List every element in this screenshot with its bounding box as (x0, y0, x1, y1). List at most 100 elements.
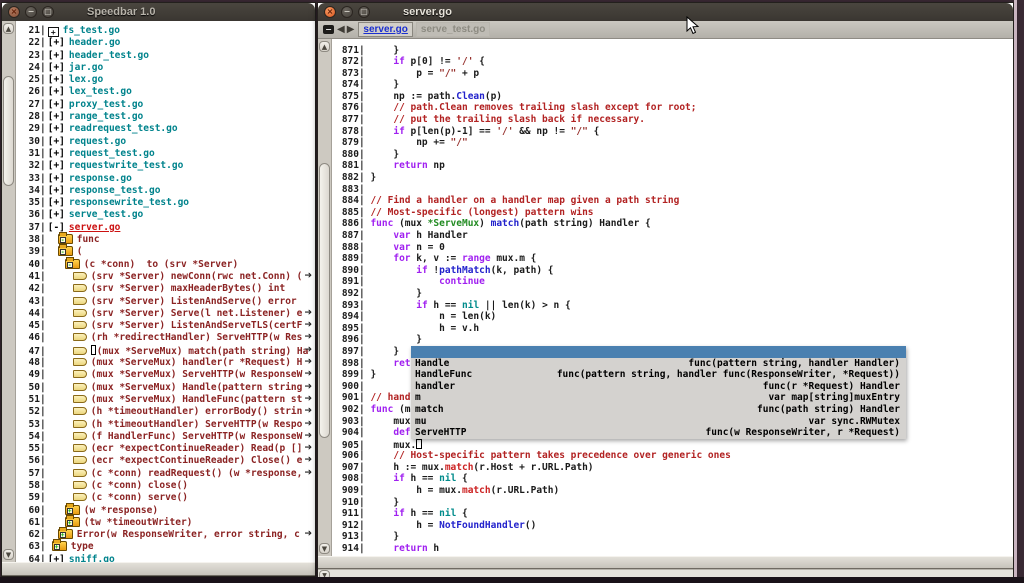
tag-label[interactable]: (srv *Server) maxHeaderBytes() int (91, 283, 285, 294)
code-line[interactable]: 912| h = NotFoundHandler() (332, 520, 1013, 532)
speedbar-row[interactable]: 44|(srv *Server) Serve(l net.Listener) e… (16, 308, 315, 320)
close-icon[interactable]: × (8, 6, 20, 18)
maximize-icon[interactable]: ▢ (358, 6, 370, 18)
tag-label[interactable]: (h *timeoutHandler) errorBody() strin (91, 406, 303, 417)
tag-icon[interactable] (73, 469, 87, 477)
file-name[interactable]: proxy_test.go (69, 99, 143, 110)
code-line[interactable]: 895| h = v.h (332, 323, 1013, 335)
speedbar-row[interactable]: 32|[+]requestwrite_test.go (16, 160, 315, 172)
tag-label[interactable]: (mux *ServeMux) ServeHTTP(w ResponseW (91, 369, 303, 380)
tabbar-minus-button[interactable]: − (323, 25, 334, 34)
code-line[interactable]: 905| mux. (332, 439, 1013, 451)
code-line[interactable]: 885| // Most-specific (longest) pattern … (332, 207, 1013, 219)
speedbar-row[interactable]: 34|[+]response_test.go (16, 185, 315, 197)
autocomplete-item[interactable]: muvar sync.RWMutex (411, 416, 906, 428)
code-line[interactable]: 879| np += "/" (332, 137, 1013, 149)
expand-icon[interactable]: [+] (48, 62, 65, 73)
speedbar-scrollbar[interactable]: ▲ ▼ (2, 21, 16, 562)
speedbar-row[interactable]: 41|(srv *Server) newConn(rwc net.Conn) (… (16, 271, 315, 283)
tag-icon[interactable] (73, 481, 87, 489)
code-line[interactable]: 878| if p[len(p)-1] == '/' && np != "/" … (332, 126, 1013, 138)
code-line[interactable]: 884| // Find a handler on a handler map … (332, 195, 1013, 207)
file-name[interactable]: header.go (69, 37, 120, 48)
file-name[interactable]: lex_test.go (69, 86, 132, 97)
speedbar-row[interactable]: 58|(c *conn) close() (16, 480, 315, 492)
tab-prev-icon[interactable]: ◀ (337, 25, 345, 35)
autocomplete-item[interactable]: mvar map[string]muxEntry (411, 392, 906, 404)
folder-open-icon[interactable]: - (58, 246, 73, 256)
expand-icon[interactable]: [+] (48, 554, 65, 562)
expand-icon[interactable]: [+] (48, 86, 65, 97)
code-line[interactable]: 889| for k, v := range mux.m { (332, 253, 1013, 265)
speedbar-row[interactable]: 52|(h *timeoutHandler) errorBody() strin… (16, 406, 315, 418)
code-line[interactable]: 876| // path.Clean removes trailing slas… (332, 102, 1013, 114)
scroll-up-icon[interactable]: ▲ (319, 41, 330, 52)
expand-icon[interactable]: [+] (48, 99, 65, 110)
speedbar-row[interactable]: 54|(f HandlerFunc) ServeHTTP(w ResponseW… (16, 431, 315, 443)
speedbar-row[interactable]: 53|(h *timeoutHandler) ServeHTTP(w Respo… (16, 419, 315, 431)
file-name[interactable]: sniff.go (69, 554, 115, 562)
tag-label[interactable]: (c *conn) to (srv *Server) (84, 259, 238, 270)
minimize-icon[interactable]: − (25, 6, 37, 18)
tag-label[interactable]: ( (77, 246, 83, 257)
file-name[interactable]: header_test.go (69, 50, 149, 61)
folder-open-icon[interactable]: - (65, 259, 80, 269)
tag-label[interactable]: (c *conn) close() (91, 480, 188, 491)
tag-icon[interactable] (73, 347, 87, 355)
speedbar-row[interactable]: 64|[+]sniff.go (16, 554, 315, 562)
speedbar-row[interactable]: 56|(ecr *expectContinueReader) Close() e… (16, 455, 315, 467)
tag-label[interactable]: (tw *timeoutWriter) (84, 517, 193, 528)
tag-icon[interactable] (73, 272, 87, 280)
tab-next-icon[interactable]: ▶ (347, 25, 355, 35)
tag-icon[interactable] (73, 297, 87, 305)
code-line[interactable]: 914| return h (332, 543, 1013, 555)
autocomplete-item[interactable]: handlerfunc(r *Request) Handler (411, 381, 906, 393)
code-area[interactable]: 871| }872| if p[0] != '/' {873| p = "/" … (332, 39, 1013, 556)
tag-label[interactable]: (ecr *expectContinueReader) Close() e (91, 455, 303, 466)
speedbar-row[interactable]: 51|(mux *ServeMux) HandleFunc(pattern st… (16, 394, 315, 406)
tag-icon[interactable] (73, 383, 87, 391)
autocomplete-item[interactable]: ServeHTTPfunc(w ResponseWriter, r *Reque… (411, 427, 906, 439)
folder-closed-icon[interactable]: + (65, 517, 80, 527)
file-name[interactable]: lex.go (69, 74, 103, 85)
expand-icon[interactable]: [+] (48, 173, 65, 184)
speedbar-row[interactable]: 42|(srv *Server) maxHeaderBytes() int (16, 283, 315, 295)
expand-icon[interactable]: [+] (48, 50, 65, 61)
folder-closed-icon[interactable]: + (52, 541, 67, 551)
tag-icon[interactable] (73, 444, 87, 452)
speedbar-row[interactable]: 48|(mux *ServeMux) handler(r *Request) H… (16, 357, 315, 369)
file-name[interactable]: range_test.go (69, 111, 143, 122)
tag-label[interactable]: (srv *Server) ListenAndServe() error (91, 296, 297, 307)
file-name[interactable]: serve_test.go (69, 209, 143, 220)
code-line[interactable]: 882| } (332, 172, 1013, 184)
tab-serve-test-go[interactable]: serve_test.go (416, 22, 490, 37)
maximize-icon[interactable]: ▢ (42, 6, 54, 18)
speedbar-row[interactable]: 45|(srv *Server) ListenAndServeTLS(certF… (16, 320, 315, 332)
tag-label[interactable]: (mux *ServeMux) match(path string) Ha (97, 346, 309, 357)
autocomplete-selected-row[interactable] (411, 346, 906, 358)
expand-icon[interactable]: [+] (48, 160, 65, 171)
speedbar-row[interactable]: 57|(c *conn) readRequest() (w *response,… (16, 468, 315, 480)
code-line[interactable]: 888| var n = 0 (332, 242, 1013, 254)
code-line[interactable]: 887| var h Handler (332, 230, 1013, 242)
tag-icon[interactable] (73, 309, 87, 317)
speedbar-row[interactable]: 23|[+]header_test.go (16, 50, 315, 62)
tag-label[interactable]: (rh *redirectHandler) ServeHTTP(w Res (91, 332, 303, 343)
tag-icon[interactable] (73, 321, 87, 329)
code-line[interactable]: 909| h = mux.match(r.URL.Path) (332, 485, 1013, 497)
tag-icon[interactable] (73, 333, 87, 341)
scroll-down-icon[interactable]: ▼ (319, 543, 330, 554)
tag-label[interactable]: (mux *ServeMux) handler(r *Request) H (91, 357, 303, 368)
tag-icon[interactable] (73, 358, 87, 366)
speedbar-row[interactable]: 63|+type (16, 541, 315, 553)
code-line[interactable]: 893| if h == nil || len(k) > n { (332, 300, 1013, 312)
speedbar-row[interactable]: 47|(mux *ServeMux) match(path string) Ha… (16, 345, 315, 357)
scroll-up-icon[interactable]: ▲ (3, 23, 14, 34)
document-expand-icon[interactable]: + (48, 27, 59, 37)
tab-server-go[interactable]: server.go (358, 22, 412, 37)
speedbar-row[interactable]: 50|(mux *ServeMux) Handle(pattern string… (16, 382, 315, 394)
folder-closed-icon[interactable]: + (65, 505, 80, 515)
speedbar-row[interactable]: 24|[+]jar.go (16, 62, 315, 74)
speedbar-row[interactable]: 25|[+]lex.go (16, 74, 315, 86)
file-name[interactable]: jar.go (69, 62, 103, 73)
